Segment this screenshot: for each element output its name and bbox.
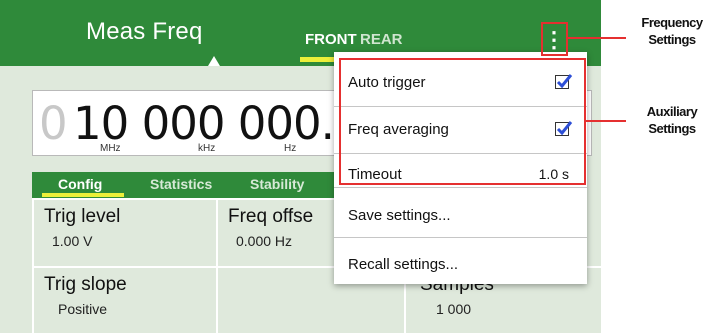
- param-trig-level[interactable]: Trig level 1.00 V: [32, 198, 218, 268]
- device-screen: Meas Freq FRONT REAR ⋮ 0 10 000 000. MHz…: [0, 0, 601, 333]
- callout-line-1: Auxiliary: [646, 104, 698, 119]
- menu-label: Save settings...: [348, 207, 451, 224]
- frequency-callout-line: [568, 37, 626, 39]
- menu-divider: [334, 187, 587, 188]
- param-trig-slope[interactable]: Trig slope Positive: [32, 266, 218, 333]
- tab-config-indicator: [42, 193, 124, 197]
- unit-hz: Hz: [284, 143, 297, 154]
- app-title: Meas Freq: [86, 18, 203, 45]
- param-label: Trig level: [44, 206, 121, 227]
- callout-line-1: Frequency: [641, 15, 703, 30]
- param-value: 0.000 Hz: [236, 233, 293, 249]
- tab-config[interactable]: Config: [58, 176, 102, 192]
- tab-stability[interactable]: Stability: [250, 176, 304, 192]
- menu-divider: [334, 237, 587, 238]
- auxiliary-settings-highlight: [339, 58, 586, 185]
- frequency-settings-callout: Frequency Settings: [620, 14, 724, 48]
- measurement-tabs: Config Statistics Stability: [32, 172, 337, 198]
- unit-khz: kHz: [198, 143, 216, 154]
- menu-label: Recall settings...: [348, 256, 459, 273]
- frequency-settings-highlight: [541, 22, 568, 56]
- callout-line-2: Settings: [648, 121, 696, 136]
- param-value: 1 000: [436, 301, 472, 317]
- unit-mhz: MHz: [100, 143, 121, 154]
- menu-item-save-settings[interactable]: Save settings...: [334, 193, 587, 239]
- tab-rear[interactable]: REAR: [360, 31, 403, 48]
- readout-lead-digit: 0: [39, 97, 68, 150]
- auxiliary-settings-callout: Auxiliary Settings: [620, 103, 724, 137]
- param-label: Freq offse: [228, 206, 314, 227]
- param-value: Positive: [58, 301, 108, 317]
- tab-statistics[interactable]: Statistics: [150, 176, 212, 192]
- param-label: Trig slope: [44, 274, 127, 295]
- callout-line-2: Settings: [648, 32, 696, 47]
- param-value: 1.00 V: [52, 233, 93, 249]
- tab-front[interactable]: FRONT: [305, 31, 357, 48]
- menu-item-recall-settings[interactable]: Recall settings...: [334, 242, 587, 288]
- title-notch: [208, 56, 220, 66]
